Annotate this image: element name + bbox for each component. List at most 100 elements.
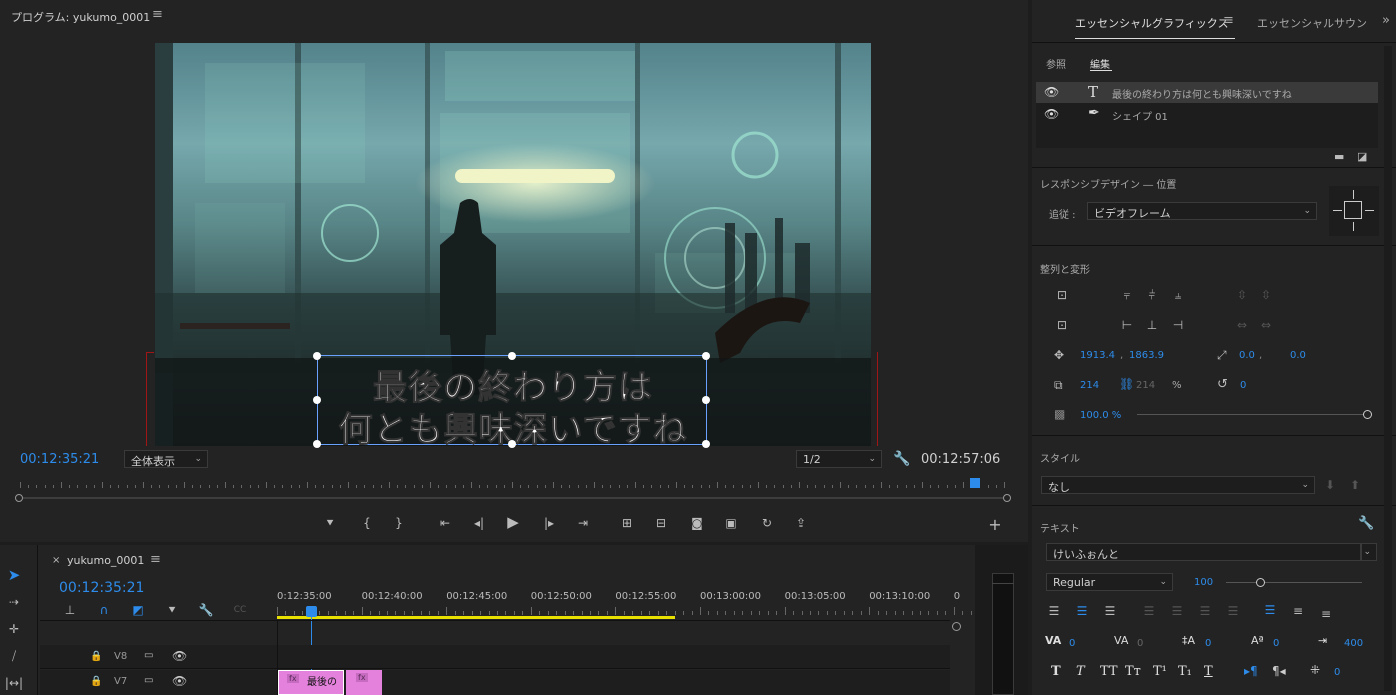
slip-icon[interactable]: |↔| [4,673,24,693]
eye-icon[interactable]: 👁 [1044,107,1059,121]
opacity-slider[interactable] [1137,414,1365,415]
align-bottom-text-icon[interactable]: ≡ [1316,604,1336,624]
resolution-select[interactable]: 1/2 ⌄ [796,450,882,468]
font-style-select[interactable]: Regular ⌄ [1046,573,1173,591]
caption-box[interactable]: 最後の終わり方は 何とも興味深いですね [317,355,707,446]
ltr-icon[interactable]: ▸¶ [1244,664,1258,678]
underline-icon[interactable]: T [1204,664,1213,679]
wrench-icon[interactable]: 🔧 [892,449,912,469]
align-left-icon[interactable]: ⊢ [1117,315,1137,335]
font-select-arrow[interactable]: ⌄ [1361,543,1377,561]
tab-menu-icon[interactable]: ≡ [150,552,161,567]
linked-selection-icon[interactable]: ◩ [128,600,148,620]
layer-item[interactable]: 👁 T 最後の終わり方は何とも興味深いですね [1036,82,1378,103]
anchor-y[interactable]: 0.0 [1290,350,1306,361]
lift-icon[interactable]: ⊞ [617,513,637,533]
font-select[interactable]: けいふぉんと [1046,543,1361,561]
close-icon[interactable]: × [52,555,60,566]
faux-bold-icon[interactable]: T [1051,664,1061,679]
push-up-icon[interactable]: ⬆ [1350,478,1360,492]
distribute-horizontal-icon[interactable]: ⇔ [1232,315,1252,335]
opacity-value[interactable]: 100.0 % [1080,410,1121,421]
opacity-slider-thumb[interactable] [1363,410,1372,419]
video-frame[interactable]: 最後の終わり方は 何とも興味深いですね [155,43,871,446]
overwrite-icon[interactable]: ↻ [757,513,777,533]
play-icon[interactable]: ▶ [503,512,523,532]
pin-to-widget[interactable] [1329,186,1379,236]
justify-right-icon[interactable]: ☰ [1195,601,1215,621]
work-area-bar[interactable] [277,616,675,619]
add-marker-icon[interactable]: ⯆ [320,513,340,533]
scrub-playhead[interactable] [970,478,981,488]
step-back-icon[interactable]: ◂| [469,513,489,533]
zoom-select[interactable]: 全体表示 ⌄ [124,450,208,468]
distribute-horizontal-2-icon[interactable]: ⇔ [1256,315,1276,335]
rtl-icon[interactable]: ¶◂ [1272,664,1286,678]
track-select-icon[interactable]: ⇢ [4,592,24,612]
align-middle-text-icon[interactable]: ≡ [1288,601,1308,621]
leading-value[interactable]: 0 [1205,638,1211,649]
go-to-out-icon[interactable]: ⇥ [573,513,593,533]
distribute-vertical-icon[interactable]: ⇳ [1232,285,1252,305]
panel-scrollbar[interactable] [1384,46,1392,691]
align-top-icon[interactable]: ⫧ [1117,285,1137,305]
panel-overflow-icon[interactable]: » [1382,13,1390,28]
push-down-icon[interactable]: ⬇ [1325,478,1335,492]
font-size-slider[interactable] [1226,582,1362,583]
tab-width-value[interactable]: 400 [1344,638,1363,649]
lock-icon[interactable]: 🔒 [90,676,102,687]
align-text-right-icon[interactable]: ☰ [1100,601,1120,621]
eye-icon[interactable]: 👁 [172,649,187,663]
subscript-icon[interactable]: T₁ [1178,664,1192,679]
sync-icon[interactable]: ▭ [144,650,153,661]
go-to-in-icon[interactable]: ⇤ [435,513,455,533]
distribute-vertical-2-icon[interactable]: ⇳ [1256,285,1276,305]
tab-essential-graphics[interactable]: エッセンシャルグラフィックス [1075,15,1228,31]
tab-menu-icon[interactable]: ≡ [1223,13,1234,28]
zoom-handle-right[interactable] [1003,494,1011,502]
scrub-bar[interactable] [20,478,1005,492]
add-button-icon[interactable]: + [985,514,1005,534]
font-size-slider-thumb[interactable] [1256,578,1265,587]
small-caps-icon[interactable]: Tт [1125,664,1141,679]
anchor-x[interactable]: 0.0 [1239,350,1255,361]
export-icon[interactable]: ⇪ [791,513,811,533]
align-right-icon[interactable]: ⊣ [1168,315,1188,335]
tab-essential-sound[interactable]: エッセンシャルサウン [1257,15,1367,31]
align-vertical-center-icon[interactable]: ⊡ [1052,285,1072,305]
tab-browse[interactable]: 参照 [1046,56,1066,71]
monitor-menu-icon[interactable]: ≡ [152,7,163,22]
justify-left-icon[interactable]: ☰ [1139,601,1159,621]
scale-value[interactable]: 214 [1080,380,1099,391]
align-text-center-icon[interactable]: ☰ [1072,601,1092,621]
justify-center-icon[interactable]: ☰ [1167,601,1187,621]
faux-italic-icon[interactable]: T [1076,664,1085,679]
clip[interactable]: fx 最後の [278,670,344,695]
captions-icon[interactable]: CC [230,600,250,620]
mark-out-icon[interactable]: } [389,513,409,533]
position-y[interactable]: 1863.9 [1129,350,1164,361]
time-ruler[interactable]: 0:12:35:00 00:12:40:00 00:12:45:00 00:12:50… [277,585,989,620]
tsume-value[interactable]: 0 [1334,667,1340,678]
align-horizontal-center-icon[interactable]: ⊡ [1052,315,1072,335]
link-icon[interactable]: ⛓ [1119,377,1134,391]
nest-icon[interactable]: ⊥ [60,600,80,620]
vertical-scroll-handle[interactable] [952,622,961,631]
sequence-tab[interactable]: yukumo_0001 [67,554,144,567]
step-forward-icon[interactable]: |▸ [539,513,559,533]
lock-icon[interactable]: 🔒 [90,651,102,662]
snap-icon[interactable]: ∩ [94,600,114,620]
align-top-text-icon[interactable]: ☰ [1260,600,1280,620]
track-v8[interactable]: 🔒 V8 ▭ 👁 [40,645,950,669]
selection-tool-icon[interactable]: ➤ [4,565,24,585]
justify-all-icon[interactable]: ☰ [1223,601,1243,621]
sync-icon[interactable]: ▭ [144,675,153,686]
position-x[interactable]: 1913.4 [1080,350,1115,361]
extract-icon[interactable]: ⊟ [651,513,671,533]
camera-icon[interactable]: ◙ [687,513,707,533]
font-size-value[interactable]: 100 [1194,577,1213,588]
timeline-timecode[interactable]: 00:12:35:21 [59,580,144,596]
current-timecode[interactable]: 00:12:35:21 [20,452,99,467]
text-wrench-icon[interactable]: 🔧 [1358,516,1374,531]
clip[interactable]: fx [346,670,382,695]
